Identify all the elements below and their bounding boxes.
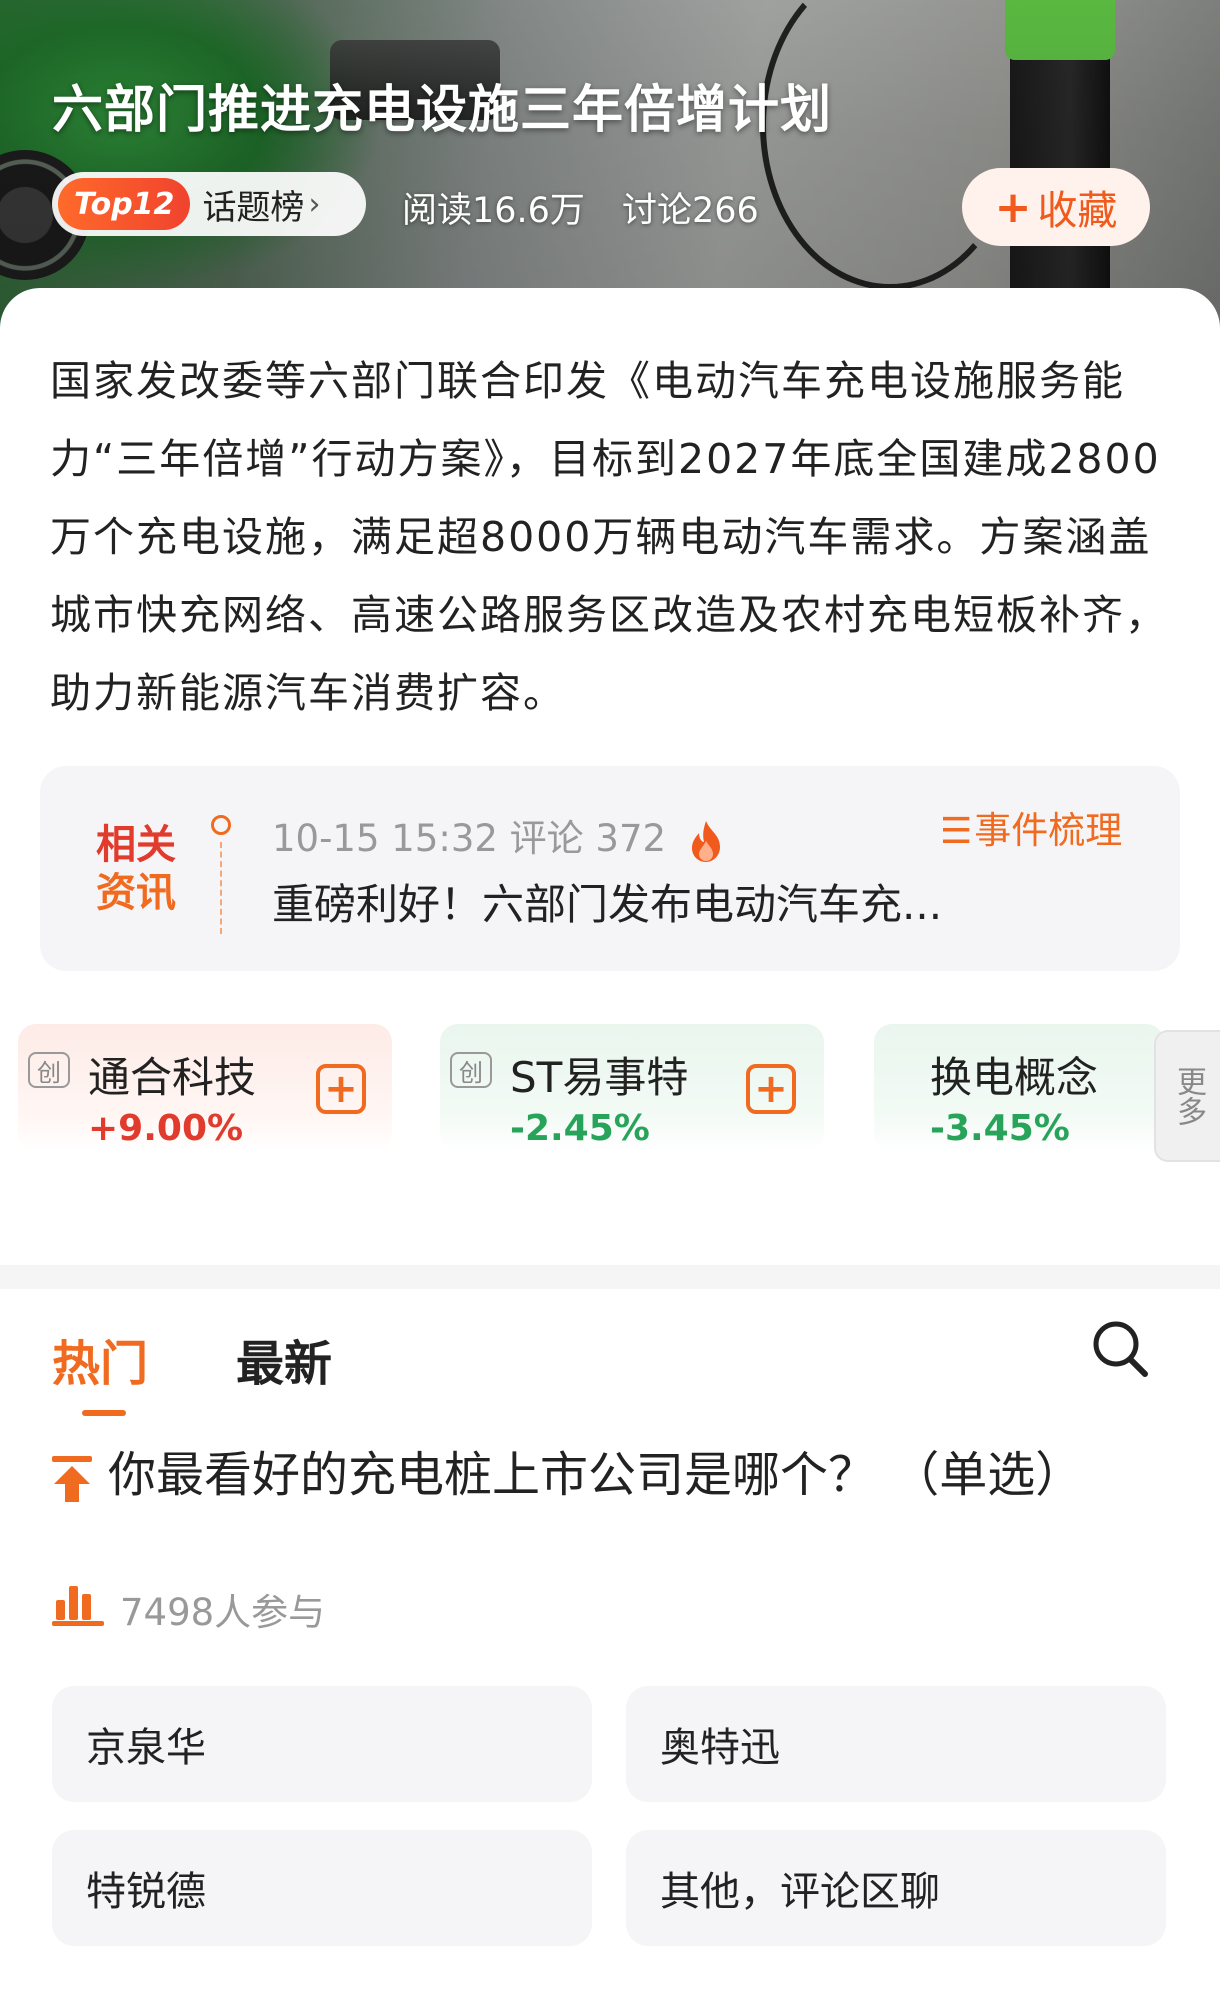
section-divider bbox=[0, 1265, 1220, 1289]
discussion-count: 讨论266 bbox=[622, 191, 759, 231]
concept-chip[interactable]: 换电概念 -3.45% bbox=[874, 1024, 1164, 1152]
poll-option[interactable]: 特锐德 bbox=[52, 1830, 592, 1946]
stock-chip[interactable]: 创 ST易事特 -2.45% + bbox=[440, 1024, 824, 1152]
timeline-line bbox=[220, 842, 222, 934]
more-stocks-button[interactable]: 更多 bbox=[1154, 1030, 1220, 1162]
list-icon: ☰ bbox=[940, 811, 973, 852]
add-watchlist-icon[interactable]: + bbox=[316, 1064, 366, 1114]
favorite-label: 收藏 bbox=[1037, 188, 1118, 234]
event-timeline-link[interactable]: ☰事件梳理 bbox=[940, 800, 1122, 854]
stock-change: -2.45% bbox=[510, 1108, 650, 1149]
favorite-button[interactable]: + 收藏 bbox=[962, 168, 1150, 246]
news-meta: 10-15 15:32 评论 372 bbox=[272, 808, 726, 863]
poll-option[interactable]: 奥特迅 bbox=[626, 1686, 1166, 1802]
topic-summary: 国家发改委等六部门联合印发《电动汽车充电设施服务能力“三年倍增”行动方案》，目标… bbox=[0, 288, 1220, 738]
tab-hot[interactable]: 热门 bbox=[52, 1324, 148, 1394]
poll-question: 你最看好的充电桩上市公司是哪个？ （单选） bbox=[108, 1447, 1084, 1503]
tab-latest[interactable]: 最新 bbox=[236, 1324, 332, 1394]
poll-stats-icon bbox=[52, 1586, 104, 1626]
stock-name: 通合科技 bbox=[88, 1053, 257, 1102]
search-icon[interactable] bbox=[1090, 1318, 1150, 1380]
topic-rank-link[interactable]: Top12 话题榜 › bbox=[52, 172, 366, 236]
stock-name: ST易事特 bbox=[510, 1053, 689, 1102]
hot-flame-icon bbox=[691, 820, 720, 862]
topic-title: 六部门推进充电设施三年倍增计划 bbox=[52, 81, 833, 140]
rank-label: 话题榜 bbox=[202, 187, 305, 228]
pinned-arrow-icon bbox=[52, 1456, 92, 1502]
concept-change: -3.45% bbox=[930, 1108, 1070, 1149]
timeline-dot-icon bbox=[211, 815, 231, 835]
stock-chip[interactable]: 创 通合科技 +9.00% + bbox=[18, 1024, 392, 1152]
concept-name: 换电概念 bbox=[930, 1053, 1099, 1102]
add-watchlist-icon[interactable]: + bbox=[746, 1064, 796, 1114]
poll-participants: 7498人参与 bbox=[120, 1591, 326, 1634]
header-banner: 六部门推进充电设施三年倍增计划 Top12 话题榜 › 阅读16.6万 讨论26… bbox=[0, 0, 1220, 330]
news-headline[interactable]: 重磅利好！六部门发布电动汽车充... bbox=[272, 871, 942, 932]
chinext-tag-icon: 创 bbox=[450, 1052, 492, 1088]
active-tab-indicator bbox=[82, 1410, 126, 1416]
poll-option[interactable]: 其他，评论区聊 bbox=[626, 1830, 1166, 1946]
rank-badge: Top12 bbox=[58, 178, 191, 230]
chinext-tag-icon: 创 bbox=[28, 1052, 70, 1088]
chevron-right-icon: › bbox=[308, 186, 321, 222]
poll-option[interactable]: 京泉华 bbox=[52, 1686, 592, 1802]
related-news-card[interactable]: 相关 资讯 10-15 15:32 评论 372 重磅利好！六部门发布电动汽车充… bbox=[40, 766, 1180, 971]
related-news-tag: 相关 资讯 bbox=[96, 822, 176, 916]
stock-change: +9.00% bbox=[88, 1108, 244, 1149]
summary-text: 国家发改委等六部门联合印发《电动汽车充电设施服务能力“三年倍增”行动方案》，目标… bbox=[50, 357, 1168, 717]
plus-icon: + bbox=[994, 181, 1032, 233]
read-count: 阅读16.6万 bbox=[402, 191, 585, 231]
